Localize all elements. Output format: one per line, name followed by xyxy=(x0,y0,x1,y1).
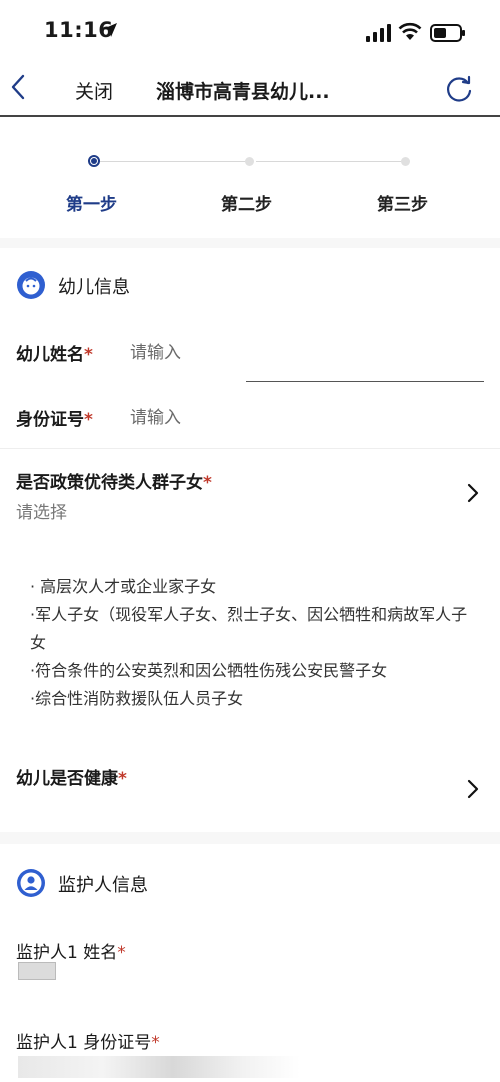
guardian-id-value-redacted[interactable] xyxy=(18,1056,300,1078)
step-dot-3 xyxy=(401,157,410,166)
child-section-title: 幼儿信息 xyxy=(58,277,130,298)
step-connector xyxy=(100,161,246,162)
step-label-2[interactable]: 第二步 xyxy=(221,190,272,215)
page-title: 淄博市高青县幼儿... xyxy=(156,81,330,103)
person-icon xyxy=(17,869,45,897)
list-item: · 高层次人才或企业家子女 xyxy=(30,577,217,596)
guardian-name-value-redacted[interactable] xyxy=(18,962,56,980)
chevron-right-icon xyxy=(467,779,479,799)
child-id-input[interactable] xyxy=(130,405,430,431)
cellular-signal-icon xyxy=(366,24,391,42)
wifi-icon xyxy=(398,22,422,40)
nav-bar: 关闭 淄博市高青县幼儿... xyxy=(0,62,500,117)
health-label: 幼儿是否健康* xyxy=(16,769,127,789)
step-label-1[interactable]: 第一步 xyxy=(66,190,117,215)
child-name-label: 幼儿姓名* xyxy=(16,345,93,365)
status-bar: 11:16 xyxy=(0,0,500,62)
section-divider xyxy=(0,832,500,844)
guardian-section-title: 监护人信息 xyxy=(58,875,148,896)
step-label-3[interactable]: 第三步 xyxy=(377,190,428,215)
guardian-name-label: 监护人1 姓名* xyxy=(16,943,126,963)
chevron-left-icon[interactable] xyxy=(6,72,30,102)
section-divider xyxy=(0,238,500,248)
policy-label: 是否政策优待类人群子女* xyxy=(16,473,212,493)
list-item: ·综合性消防救援队伍人员子女 xyxy=(30,689,244,708)
health-select[interactable]: 幼儿是否健康* xyxy=(0,752,500,832)
list-item: ·军人子女（现役军人子女、烈士子女、因公牺牲和病故军人子女 xyxy=(30,605,468,652)
child-face-icon xyxy=(17,271,45,299)
list-item: ·符合条件的公安英烈和因公牺牲伤残公安民警子女 xyxy=(30,661,388,680)
child-name-underline xyxy=(246,381,484,382)
row-divider xyxy=(0,448,500,449)
step-indicator: 第一步 第二步 第三步 xyxy=(0,118,500,238)
step-dot-1 xyxy=(88,155,100,167)
chevron-right-icon xyxy=(467,483,479,503)
child-section-header: 幼儿信息 xyxy=(0,258,500,312)
policy-description-list: · 高层次人才或企业家子女 ·军人子女（现役军人子女、烈士子女、因公牺牲和病故军… xyxy=(30,573,470,713)
close-button[interactable]: 关闭 xyxy=(75,77,113,104)
step-connector xyxy=(256,161,402,162)
policy-value: 请选择 xyxy=(16,503,67,523)
policy-select[interactable]: 是否政策优待类人群子女* 请选择 xyxy=(0,458,500,528)
guardian-id-label: 监护人1 身份证号* xyxy=(16,1033,160,1053)
guardian-section-header: 监护人信息 xyxy=(0,856,500,910)
step-dot-2 xyxy=(245,157,254,166)
battery-icon xyxy=(430,24,465,42)
refresh-icon[interactable] xyxy=(444,74,474,104)
child-id-label: 身份证号* xyxy=(16,410,93,430)
location-arrow-icon xyxy=(103,23,117,37)
child-name-input[interactable] xyxy=(130,340,430,366)
